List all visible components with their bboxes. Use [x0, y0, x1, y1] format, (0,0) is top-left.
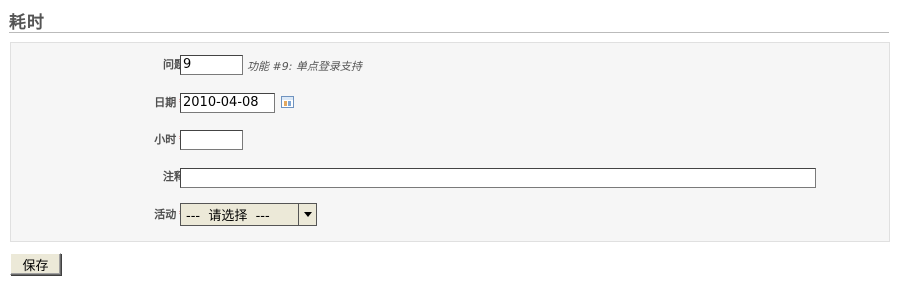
save-button[interactable]: 保存	[10, 253, 61, 275]
hours-label-text: 小时	[154, 133, 177, 146]
hours-input[interactable]	[180, 130, 243, 150]
comment-input[interactable]	[180, 168, 816, 188]
date-input[interactable]: 2010-04-08	[180, 93, 275, 113]
issue-hint: 功能 #9: 单点登录支持	[247, 60, 362, 73]
date-label-text: 日期	[154, 96, 177, 109]
chevron-down-icon[interactable]	[298, 204, 316, 225]
calendar-icon[interactable]	[281, 96, 294, 108]
time-entry-form	[10, 42, 890, 242]
title-divider	[9, 32, 889, 33]
page-title: 耗时	[9, 13, 45, 33]
issue-input[interactable]: 9	[180, 55, 243, 75]
activity-selected-value: --- 请选择 ---	[186, 209, 270, 224]
activity-select[interactable]: --- 请选择 ---	[180, 203, 317, 226]
activity-label-text: 活动	[154, 208, 177, 221]
page: 耗时 问题 9 功能 #9: 单点登录支持 日期* 2010-04-08 小时*…	[0, 0, 899, 308]
